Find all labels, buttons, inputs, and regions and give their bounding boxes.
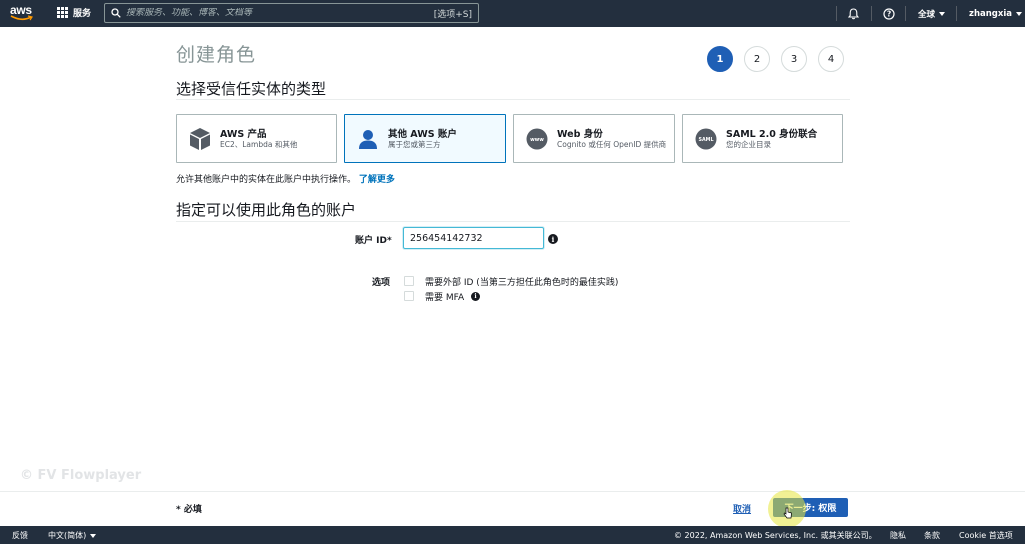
mfa-label: 需要 MFA	[425, 293, 465, 303]
account-id-input[interactable]	[403, 227, 544, 249]
search-icon	[111, 8, 121, 18]
entity-card-aws-service[interactable]: AWS 产品 EC2、Lambda 和其他	[176, 114, 337, 163]
entity-description: 允许其他账户中的实体在此账户中执行操作。 了解更多	[176, 172, 395, 185]
feedback-link[interactable]: 反馈	[12, 530, 28, 541]
nav-divider	[871, 6, 872, 21]
search-input[interactable]	[126, 8, 426, 18]
video-watermark: © FV Flowplayer	[20, 468, 142, 483]
help-button[interactable]: ?	[883, 0, 895, 27]
page-title: 创建角色	[176, 44, 257, 66]
external-id-checkbox[interactable]	[404, 276, 414, 286]
account-id-label: 账户 ID*	[355, 236, 392, 246]
entity-card-subtitle: EC2、Lambda 和其他	[220, 140, 298, 149]
description-text: 允许其他账户中的实体在此账户中执行操作。	[176, 175, 357, 185]
terms-link[interactable]: 条款	[924, 530, 940, 541]
nav-divider	[905, 6, 906, 21]
info-icon[interactable]: i	[548, 234, 558, 244]
nav-divider	[956, 6, 957, 21]
external-id-label: 需要外部 ID (当第三方担任此角色时的最佳实践)	[425, 278, 619, 288]
www-icon-text: www	[530, 137, 544, 143]
services-menu[interactable]: 服务	[57, 6, 91, 19]
options-label: 选项	[372, 278, 391, 288]
saml-icon-text: SAML	[699, 137, 714, 143]
section-divider	[176, 221, 850, 222]
language-selector[interactable]: 中文(简体)	[48, 530, 97, 541]
learn-more-link[interactable]: 了解更多	[359, 175, 395, 185]
entity-card-subtitle: 您的企业目录	[726, 140, 771, 149]
action-bar	[0, 491, 1025, 525]
entity-card-subtitle: Cognito 或任何 OpenID 提供商	[557, 140, 667, 149]
chevron-down-icon	[939, 11, 946, 16]
search-box[interactable]: [选项+S]	[104, 3, 479, 23]
services-label: 服务	[73, 9, 92, 19]
cookie-preferences-link[interactable]: Cookie 首选项	[959, 530, 1013, 541]
cancel-button[interactable]: 取消	[733, 502, 751, 515]
entity-card-other-account[interactable]: 其他 AWS 账户 属于您或第三方	[344, 114, 506, 163]
section-divider	[176, 99, 850, 100]
chevron-down-icon	[1016, 11, 1023, 16]
saml-icon: SAML	[695, 127, 717, 151]
entity-card-title: Web 身份	[557, 129, 603, 140]
entity-card-subtitle: 属于您或第三方	[388, 140, 441, 149]
step-1[interactable]: 1	[707, 46, 733, 72]
entity-card-title: AWS 产品	[220, 129, 267, 140]
hand-cursor-icon	[783, 507, 792, 519]
region-label: 全球	[918, 9, 936, 20]
entity-card-saml[interactable]: SAML SAML 2.0 身份联合 您的企业目录	[682, 114, 843, 163]
grid-icon	[57, 7, 68, 18]
aws-logo[interactable]: aws	[10, 4, 36, 24]
svg-text:?: ?	[887, 9, 891, 18]
chevron-down-icon	[90, 533, 97, 538]
www-icon: www	[526, 127, 548, 151]
required-note: * 必填	[176, 505, 202, 515]
entity-card-title: 其他 AWS 账户	[388, 129, 457, 140]
mfa-checkbox[interactable]	[404, 291, 414, 301]
console-footer: 反馈 中文(简体) © 2022, Amazon Web Services, I…	[0, 526, 1025, 544]
account-menu[interactable]: zhangxia	[969, 0, 1023, 27]
help-icon: ?	[883, 7, 895, 20]
section-heading-trusted-entity: 选择受信任实体的类型	[176, 80, 327, 98]
step-3[interactable]: 3	[781, 46, 807, 72]
wizard-steps: 1 2 3 4	[707, 46, 844, 72]
step-4[interactable]: 4	[818, 46, 844, 72]
cube-icon	[189, 127, 211, 151]
search-shortcut-hint: [选项+S]	[433, 10, 472, 20]
entity-card-web-identity[interactable]: www Web 身份 Cognito 或任何 OpenID 提供商	[513, 114, 675, 163]
top-navigation: aws 服务 [选项+S] ? 全球 zhangxia	[0, 0, 1025, 27]
bell-icon	[848, 7, 859, 19]
info-icon[interactable]: i	[471, 292, 480, 301]
step-2[interactable]: 2	[744, 46, 770, 72]
notifications-button[interactable]	[848, 0, 859, 27]
user-icon	[357, 127, 379, 151]
user-label: zhangxia	[969, 8, 1013, 19]
copyright-text: © 2022, Amazon Web Services, Inc. 或其关联公司…	[674, 531, 877, 540]
privacy-link[interactable]: 隐私	[890, 530, 906, 541]
entity-card-title: SAML 2.0 身份联合	[726, 129, 818, 140]
language-label: 中文(简体)	[48, 531, 87, 540]
region-selector[interactable]: 全球	[918, 0, 946, 27]
nav-divider	[836, 6, 837, 21]
aws-smile-icon	[10, 15, 33, 21]
section-heading-account: 指定可以使用此角色的账户	[176, 201, 357, 219]
